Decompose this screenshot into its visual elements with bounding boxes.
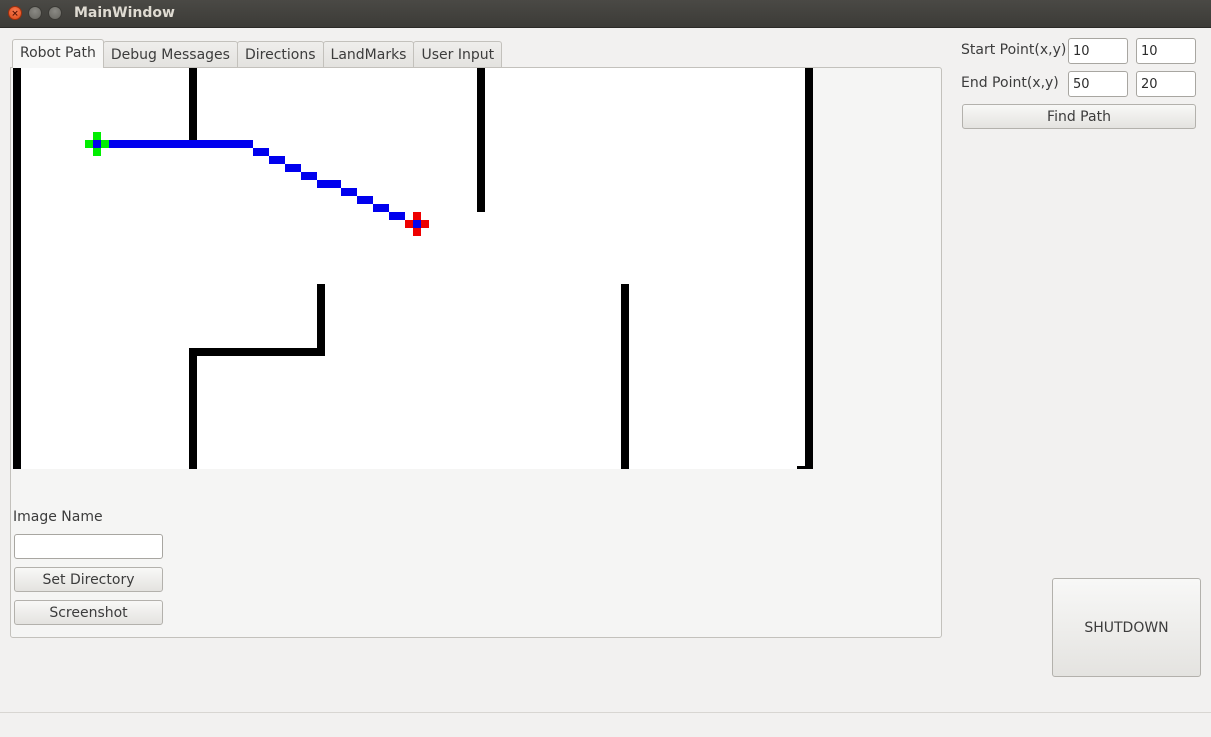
path-segment xyxy=(101,140,253,148)
map-background xyxy=(13,68,813,469)
find-path-button[interactable]: Find Path xyxy=(962,104,1196,129)
image-name-input[interactable] xyxy=(14,534,163,559)
wall-right-foot xyxy=(797,466,807,469)
screenshot-button[interactable]: Screenshot xyxy=(14,600,163,625)
wall-top-1 xyxy=(189,68,197,144)
path-segment xyxy=(269,156,285,164)
end-y-input[interactable] xyxy=(1136,71,1196,97)
tab-directions[interactable]: Directions xyxy=(236,41,324,68)
robot-path-map xyxy=(13,68,813,469)
end-point-label: End Point(x,y) xyxy=(961,75,1059,91)
path-segment xyxy=(389,212,405,220)
end-x-input[interactable] xyxy=(1068,71,1128,97)
path-segment xyxy=(341,188,357,196)
start-y-input[interactable] xyxy=(1136,38,1196,64)
minimize-window-icon[interactable] xyxy=(28,6,42,20)
path-segment xyxy=(373,204,389,212)
status-bar xyxy=(0,712,1211,737)
shutdown-button[interactable]: SHUTDOWN xyxy=(1052,578,1201,677)
path-segment xyxy=(301,172,317,180)
maximize-window-icon[interactable] xyxy=(48,6,62,20)
set-directory-button[interactable]: Set Directory xyxy=(14,567,163,592)
path-segment xyxy=(357,196,373,204)
title-bar: × MainWindow xyxy=(0,0,1211,28)
wall-top-2 xyxy=(477,68,485,212)
path-segment xyxy=(285,164,301,172)
wall-mid-horizontal xyxy=(189,348,325,356)
start-point-label: Start Point(x,y) xyxy=(961,42,1067,58)
tab-debug-messages[interactable]: Debug Messages xyxy=(102,41,238,68)
close-window-icon[interactable]: × xyxy=(8,6,22,20)
path-segment xyxy=(253,148,269,156)
tab-bar: Robot Path Debug Messages Directions Lan… xyxy=(12,39,503,68)
tab-landmarks[interactable]: LandMarks xyxy=(322,41,415,68)
wall-bottom-1 xyxy=(189,348,197,469)
wall-mid-vertical xyxy=(317,284,325,356)
start-x-input[interactable] xyxy=(1068,38,1128,64)
tab-user-input[interactable]: User Input xyxy=(413,41,503,68)
path-segment xyxy=(317,180,341,188)
wall-right xyxy=(805,68,813,469)
wall-bottom-2 xyxy=(621,284,629,469)
window-title: MainWindow xyxy=(74,5,175,21)
image-name-label: Image Name xyxy=(13,509,103,525)
wall-left xyxy=(13,68,21,469)
tab-robot-path[interactable]: Robot Path xyxy=(12,39,104,68)
